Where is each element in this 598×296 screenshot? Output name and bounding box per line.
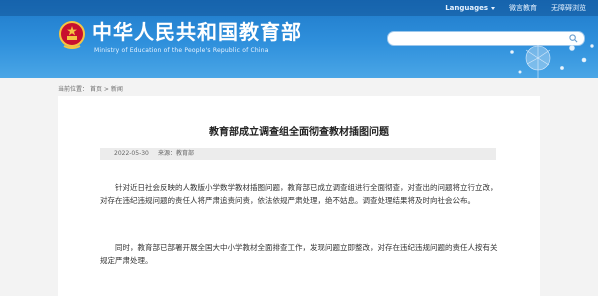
site-header: Languages 微言教育 无障碍浏览 中华人民共和国教育部 Ministry… xyxy=(0,0,598,78)
top-utility-bar: Languages 微言教育 无障碍浏览 xyxy=(0,0,598,16)
national-emblem-icon[interactable] xyxy=(58,20,86,50)
article-paragraph-2: 同时，教育部已部署开展全国大中小学教材全面排查工作，发现问题立即整改，对存在违纪… xyxy=(100,243,498,265)
article-meta-bar: 2022-05-30 来源：教育部 xyxy=(100,148,496,160)
site-title[interactable]: 中华人民共和国教育部 xyxy=(92,20,302,44)
article-date: 2022-05-30 xyxy=(114,150,149,157)
breadcrumb-label: 当前位置： xyxy=(58,86,89,93)
accessible-browse-link[interactable]: 无障碍浏览 xyxy=(551,2,586,14)
article-title: 教育部成立调查组全面彻查教材插图问题 xyxy=(209,127,389,138)
article-paragraph-1: 针对近日社会反映的人教版小学数学教材插图问题，教育部已成立调查组进行全面彻查，对… xyxy=(100,183,498,205)
breadcrumb-news-link[interactable]: 新闻 xyxy=(111,86,123,93)
utility-links: Languages 微言教育 无障碍浏览 xyxy=(445,2,586,14)
weibo-link[interactable]: 微言教育 xyxy=(509,2,537,14)
breadcrumb: 当前位置： 首页 > 新闻 xyxy=(58,84,123,93)
chevron-down-icon xyxy=(491,6,495,10)
dandelion-decoration-icon xyxy=(510,44,594,78)
breadcrumb-separator: > xyxy=(103,86,109,93)
languages-label: Languages xyxy=(445,4,488,12)
breadcrumb-home-link[interactable]: 首页 xyxy=(90,86,102,93)
article-source: 来源：教育部 xyxy=(158,150,195,157)
languages-dropdown[interactable]: Languages xyxy=(445,2,495,14)
site-subtitle-en: Ministry of Education of the People's Re… xyxy=(94,47,269,54)
article-container: 教育部成立调查组全面彻查教材插图问题 2022-05-30 来源：教育部 针对近… xyxy=(58,96,540,296)
